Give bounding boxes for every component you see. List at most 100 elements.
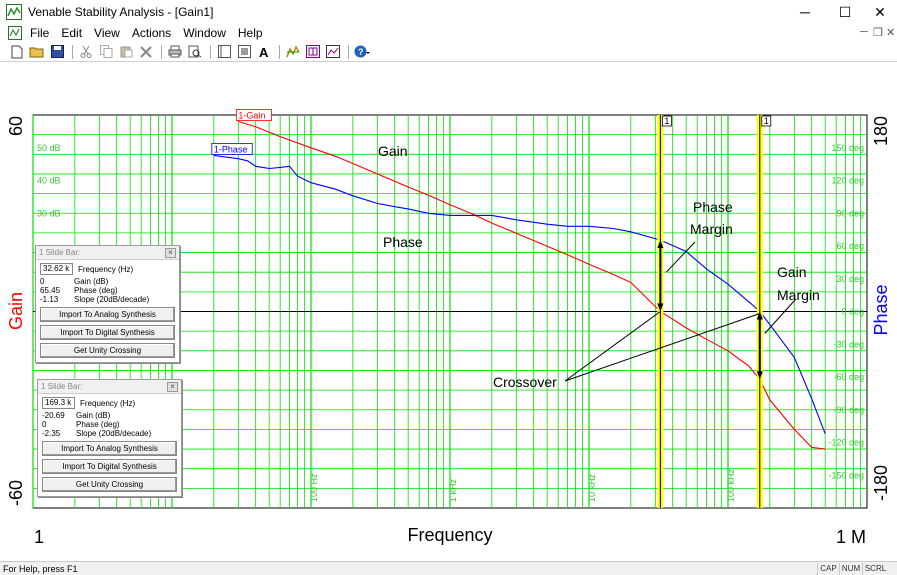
get-unity-crossing-button[interactable]: Get Unity Crossing [40, 343, 175, 358]
menu-bar: File Edit View Actions Window Help ─ ❐ ✕ [0, 24, 897, 42]
slope-value: -1.13 [40, 295, 59, 304]
gain-value: -20.69 [42, 411, 65, 420]
phase-tick-label: -60 deg [833, 372, 864, 382]
import-analog-synthesis-button[interactable]: Import To Analog Synthesis [42, 441, 177, 456]
title-bar: Venable Stability Analysis - [Gain1] ─ ☐… [0, 0, 897, 24]
plot-workspace: 50 dB 40 dB 30 dB 150 deg 120 deg 90 deg 60 de… [0, 63, 897, 561]
phase-annotation: Phase [383, 234, 423, 250]
frequency-tick-label: 100 kHz [726, 468, 736, 502]
phase-tick-label: 30 deg [836, 274, 864, 284]
paste-icon[interactable] [117, 44, 135, 60]
phase-axis-label: Phase [871, 284, 891, 335]
new-icon[interactable] [8, 44, 26, 60]
frequency-label: Frequency (Hz) [80, 398, 136, 408]
layout-icon[interactable] [215, 44, 233, 60]
menu-file[interactable]: File [30, 26, 49, 40]
window-title: Venable Stability Analysis - [Gain1] [28, 5, 214, 19]
gain-margin-annotation: Margin [777, 287, 820, 303]
phase-margin-annotation: Phase [693, 199, 733, 215]
close-icon[interactable]: × [167, 382, 178, 392]
phase-series-label: 1-Phase [214, 144, 248, 154]
crossover-annotation: Crossover [493, 374, 557, 390]
mdi-close-button[interactable]: ✕ [886, 26, 895, 39]
frequency-axis-label: Frequency [407, 525, 492, 545]
phase-tick-label: 0 deg [841, 307, 864, 317]
slide-bar-marker-label: 1 [664, 116, 669, 126]
print-preview-icon[interactable] [186, 44, 204, 60]
import-analog-synthesis-button[interactable]: Import To Analog Synthesis [40, 307, 175, 322]
open-icon[interactable] [28, 44, 46, 60]
delete-icon[interactable] [137, 44, 155, 60]
num-indicator: NUM [839, 563, 862, 575]
sweep-icon[interactable] [284, 44, 302, 60]
gain-label: Gain (dB) [74, 277, 109, 286]
gain-tick-label: 40 dB [37, 176, 61, 186]
mdi-restore-button[interactable]: ❐ [873, 26, 883, 39]
phase-label: Phase (deg) [74, 286, 118, 295]
gain-label: Gain (dB) [76, 411, 111, 420]
frequency-label: Frequency (Hz) [78, 264, 134, 274]
import-digital-synthesis-button[interactable]: Import To Digital Synthesis [40, 325, 175, 340]
font-icon[interactable]: A [255, 44, 273, 60]
gain-axis-min-label: -60 [6, 480, 26, 506]
phase-tick-label: 120 deg [831, 176, 864, 186]
phase-value: 65.45 [40, 286, 61, 295]
phase-tick-label: -150 deg [828, 470, 864, 480]
caps-indicator: CAP [817, 563, 839, 575]
help-icon[interactable]: ? [353, 44, 371, 60]
phase-axis-max-label: 180 [871, 116, 891, 146]
phase-tick-label: -90 deg [833, 405, 864, 415]
phase-tick-label: -120 deg [828, 438, 864, 448]
phase-tick-label: 150 deg [831, 143, 864, 153]
menu-view[interactable]: View [94, 26, 120, 40]
frequency-tick-label: 1 kHz [448, 478, 458, 502]
phase-label: Phase (deg) [76, 420, 120, 429]
import-digital-synthesis-button[interactable]: Import To Digital Synthesis [42, 459, 177, 474]
slope-label: Slope (20dB/decade) [74, 295, 150, 304]
graph-icon[interactable] [324, 44, 342, 60]
slide-bar-2[interactable]: 1 Slide Bar: × 169.3 k Frequency (Hz) -2… [37, 379, 182, 497]
slide-bar-2-title[interactable]: 1 Slide Bar: × [38, 380, 181, 394]
cut-icon[interactable] [77, 44, 95, 60]
svg-text:A: A [259, 45, 269, 58]
frequency-axis-min-label: 1 [34, 527, 44, 547]
frequency-field[interactable]: 169.3 k [42, 397, 75, 409]
gain-annotation: Gain [378, 143, 408, 159]
app-logo-icon [6, 4, 22, 20]
slide-bar-title-text: 1 Slide Bar: [41, 382, 83, 391]
gain-series-label: 1-Gain [238, 111, 265, 121]
phase-tick-label: 90 deg [836, 208, 864, 218]
copy-icon[interactable] [97, 44, 115, 60]
gain-margin-annotation: Gain [777, 264, 807, 280]
phase-value: 0 [42, 420, 47, 429]
menu-actions[interactable]: Actions [132, 26, 171, 40]
scroll-indicator: SCRL [862, 563, 888, 575]
slope-label: Slope (20dB/decade) [76, 429, 152, 438]
mdi-minimize-button[interactable]: ─ [860, 26, 868, 38]
synthesis-icon[interactable] [304, 44, 322, 60]
phase-margin-annotation: Margin [690, 221, 733, 237]
menu-edit[interactable]: Edit [61, 26, 82, 40]
document-icon[interactable] [8, 26, 22, 40]
slide-bar-1-title[interactable]: 1 Slide Bar: × [36, 246, 179, 260]
gain-axis-label: Gain [6, 292, 26, 330]
frequency-axis-max-label: 1 M [836, 527, 866, 547]
close-icon[interactable]: × [165, 248, 176, 258]
slide-bar-1[interactable]: 1 Slide Bar: × 32.62 k Frequency (Hz) 0 G… [35, 245, 180, 363]
gain-tick-label: 30 dB [37, 208, 61, 218]
frame-icon[interactable] [235, 44, 253, 60]
frequency-tick-label: 10 kHz [587, 473, 597, 502]
print-icon[interactable] [166, 44, 184, 60]
frequency-field[interactable]: 32.62 k [40, 263, 73, 275]
save-icon[interactable] [48, 44, 66, 60]
close-button[interactable]: ✕ [857, 0, 897, 24]
gain-tick-label: 50 dB [37, 143, 61, 153]
slide-bar-marker-label: 1 [764, 116, 769, 126]
svg-text:?: ? [358, 47, 364, 57]
menu-window[interactable]: Window [183, 26, 226, 40]
phase-tick-label: 60 deg [836, 241, 864, 251]
phase-tick-label: -30 deg [833, 339, 864, 349]
get-unity-crossing-button[interactable]: Get Unity Crossing [42, 477, 177, 492]
status-text: For Help, press F1 [3, 563, 78, 574]
menu-help[interactable]: Help [238, 26, 263, 40]
